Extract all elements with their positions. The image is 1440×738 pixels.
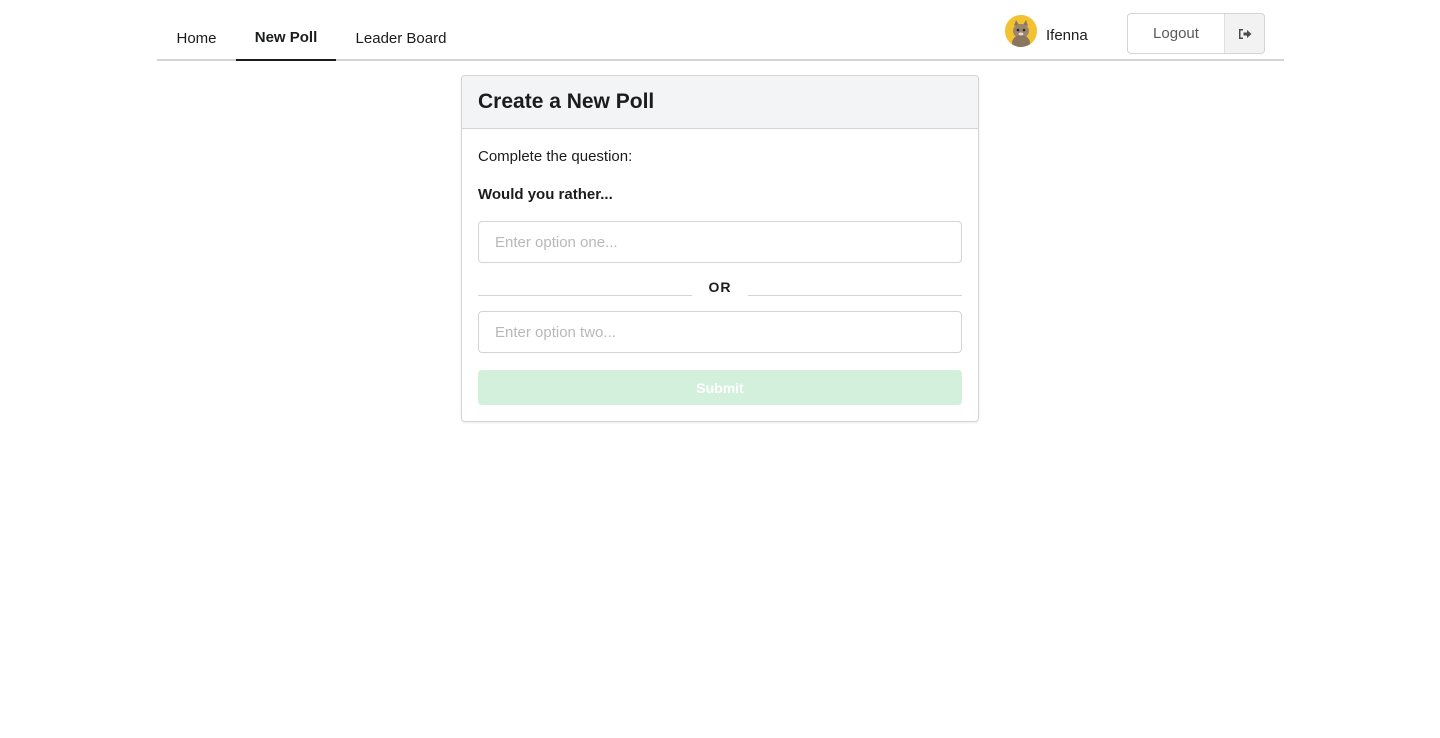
user-info: Ifenna (1005, 14, 1088, 48)
option-one-input[interactable] (478, 221, 962, 263)
page-title: Create a New Poll (478, 90, 655, 113)
question-heading: Would you rather... (478, 186, 613, 203)
divider-line-left (478, 295, 692, 296)
logout-label: Logout (1153, 25, 1199, 42)
nav-leader-board-link[interactable]: Leader Board (336, 0, 466, 61)
nav-home-link[interactable]: Home (157, 0, 236, 61)
nav-new-poll-link[interactable]: New Poll (236, 0, 336, 61)
question-prompt: Complete the question: (478, 148, 633, 165)
logout-button[interactable]: Logout (1127, 13, 1265, 54)
or-divider: OR (708, 279, 732, 295)
sign-out-icon (1224, 14, 1264, 53)
top-nav: Home New Poll Leader Board Ifenna Logout (157, 0, 1284, 61)
new-poll-card: Create a New Poll Complete the question:… (461, 75, 979, 422)
card-header: Create a New Poll (462, 76, 978, 129)
divider-line-right (748, 295, 962, 296)
submit-button[interactable]: Submit (478, 370, 962, 405)
user-name: Ifenna (1046, 26, 1088, 44)
cat-avatar-icon (1005, 15, 1037, 47)
option-two-input[interactable] (478, 311, 962, 353)
